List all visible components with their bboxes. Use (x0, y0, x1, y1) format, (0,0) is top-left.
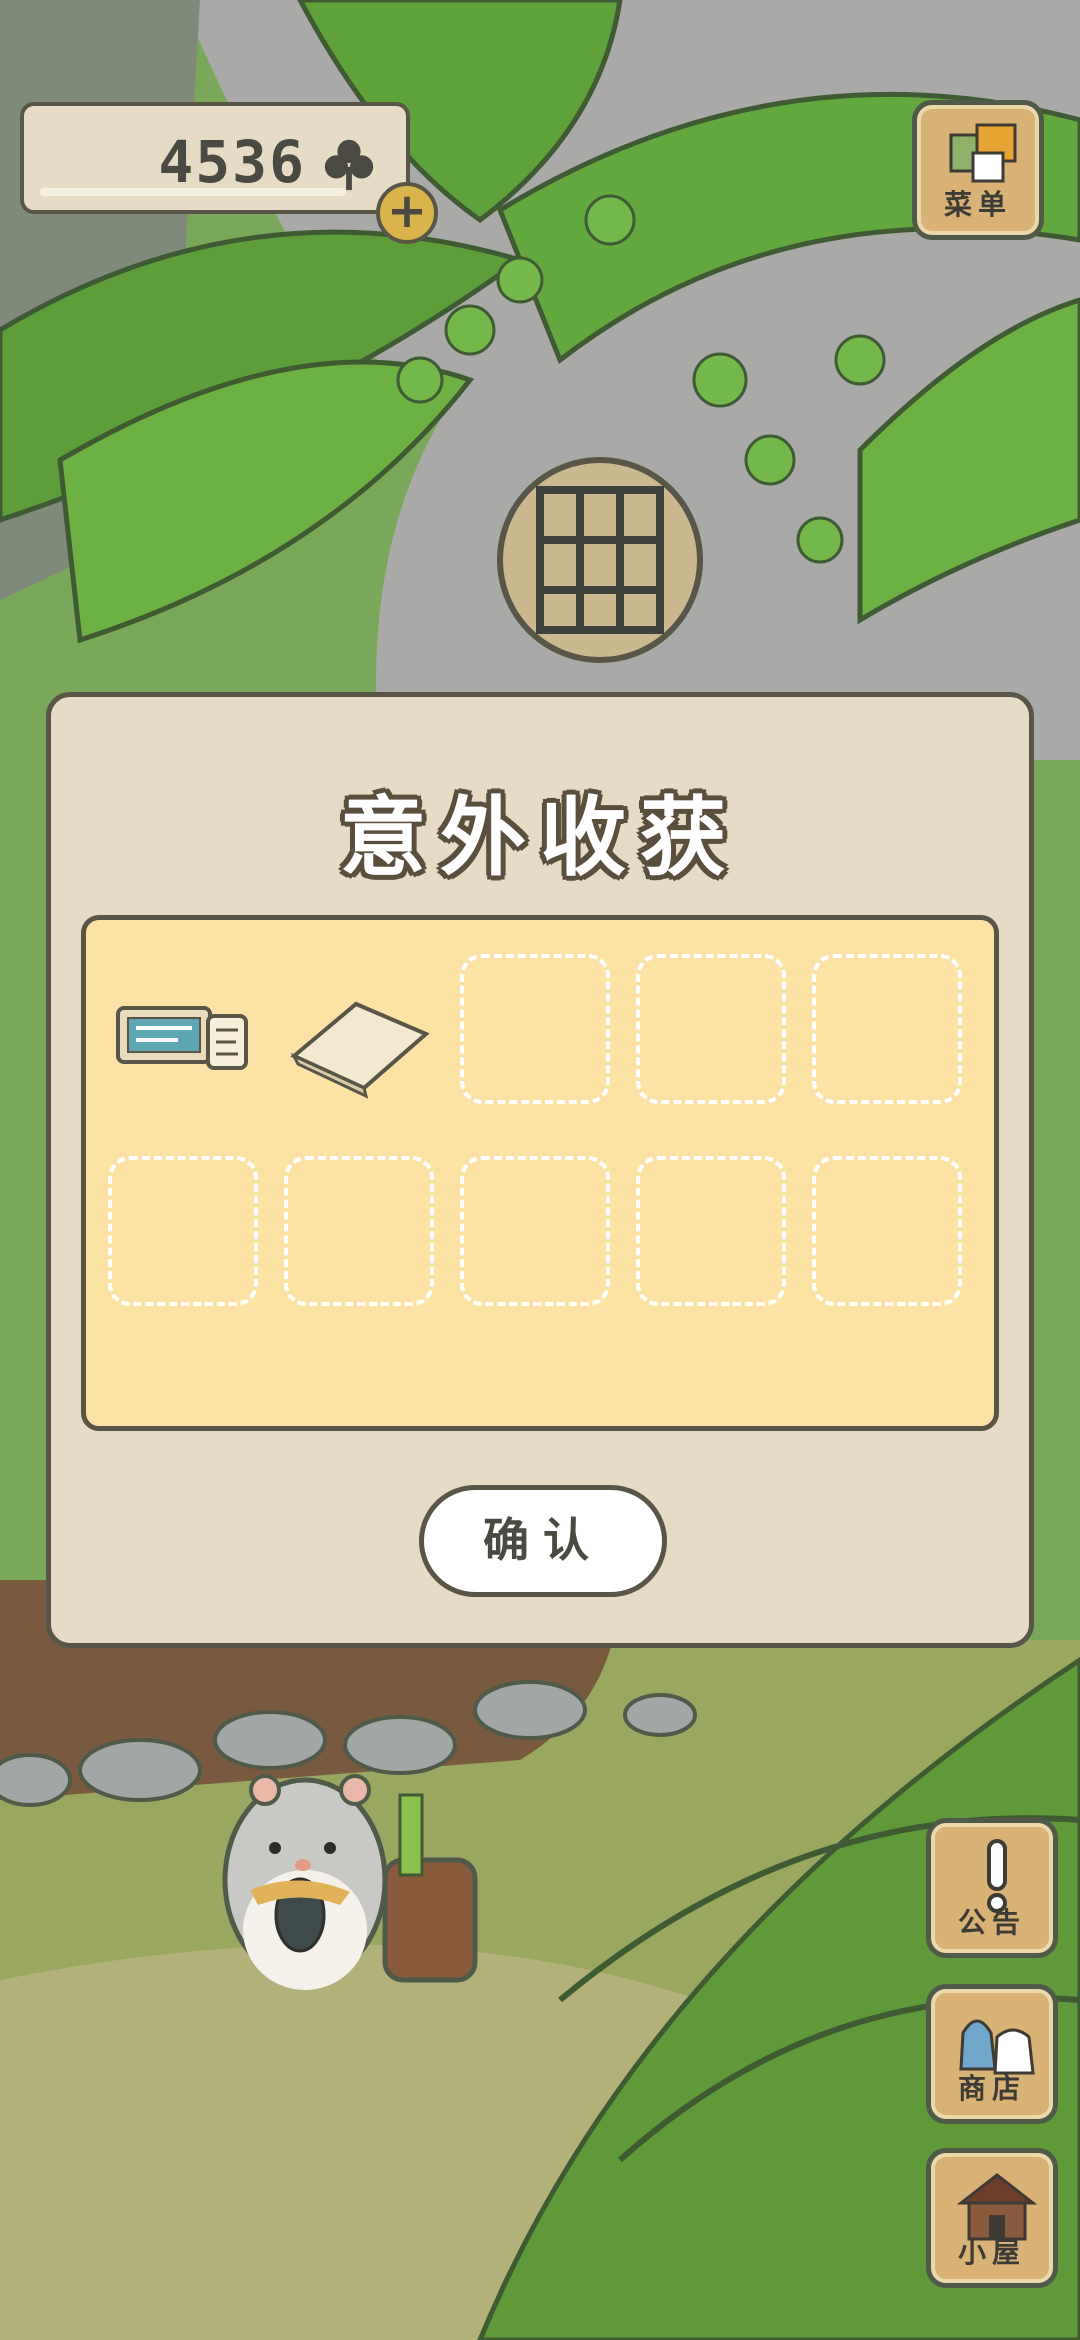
clover-count: 4536 (158, 128, 306, 196)
house-label: 小屋 (957, 2236, 1026, 2269)
ticket-item[interactable] (108, 954, 258, 1104)
unexpected-harvest-dialog: 意外收获 确认 (46, 692, 1034, 1648)
menu-label: 菜单 (943, 188, 1012, 221)
confirm-button[interactable]: 确认 (419, 1485, 667, 1597)
clover-icon (324, 139, 374, 191)
empty-slot (460, 954, 610, 1104)
clover-bar (40, 188, 346, 196)
shop-button[interactable]: 商店 (926, 1984, 1058, 2124)
add-clover-button[interactable]: + (376, 182, 438, 244)
empty-slot (284, 1156, 434, 1306)
empty-slot (812, 1156, 962, 1306)
empty-slot (636, 954, 786, 1104)
items-panel (81, 915, 999, 1431)
empty-slot (108, 1156, 258, 1306)
empty-slot (812, 954, 962, 1104)
menu-button[interactable]: 菜单 (912, 100, 1044, 240)
paper-item[interactable] (284, 954, 434, 1104)
clover-counter: 4536 (20, 102, 410, 214)
house-button[interactable]: 小屋 (926, 2148, 1058, 2288)
empty-slot (636, 1156, 786, 1306)
dialog-title: 意外收获 (340, 788, 740, 888)
paper-icon (290, 1001, 430, 1099)
ticket-icon (116, 1006, 248, 1070)
empty-slot (460, 1156, 610, 1306)
notice-button[interactable]: 公告 (926, 1818, 1058, 1958)
shop-label: 商店 (957, 2072, 1026, 2105)
notice-label: 公告 (957, 1906, 1026, 1939)
